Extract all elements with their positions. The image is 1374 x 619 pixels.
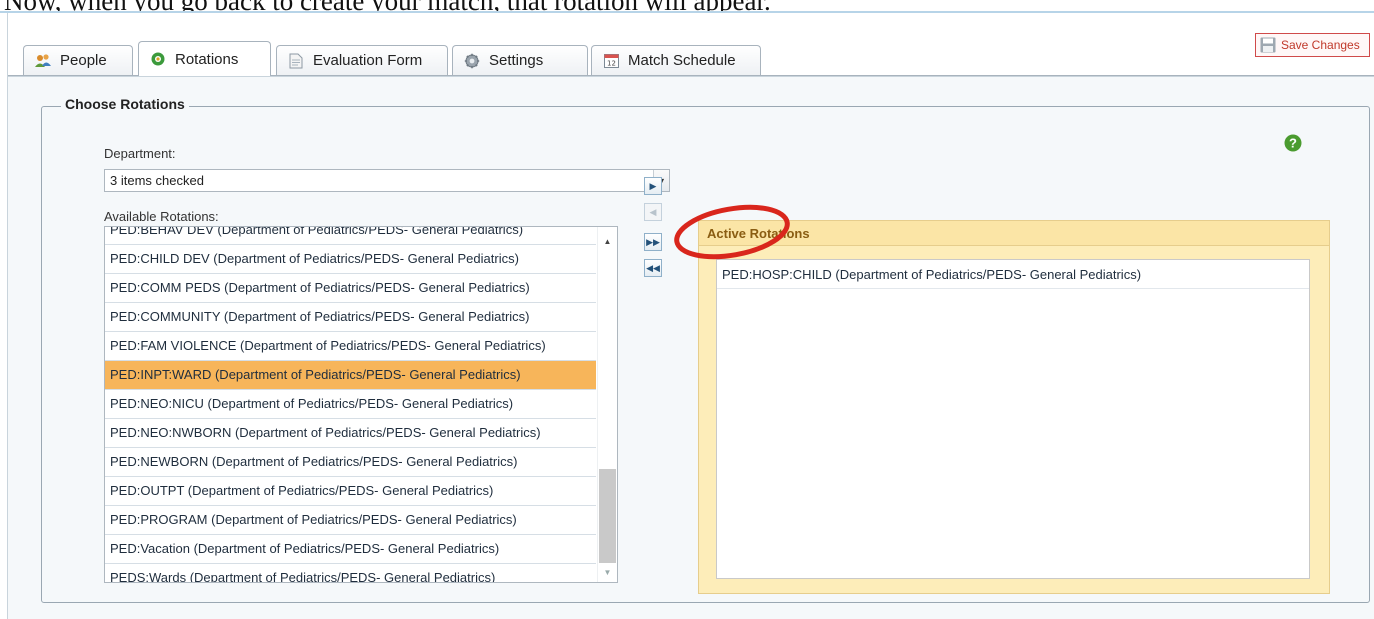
- gear-icon: [463, 52, 481, 70]
- tab-people[interactable]: People: [23, 45, 133, 75]
- available-rotation-item[interactable]: PED:NEWBORN (Department of Pediatrics/PE…: [105, 448, 596, 477]
- available-rotation-item[interactable]: PED:NEO:NICU (Department of Pediatrics/P…: [105, 390, 596, 419]
- available-rotations-label: Available Rotations:: [104, 209, 219, 224]
- move-right-button[interactable]: ▶: [644, 177, 662, 195]
- available-rotation-item[interactable]: PED:NEO:NWBORN (Department of Pediatrics…: [105, 419, 596, 448]
- tab-evaluation-form[interactable]: Evaluation Form: [276, 45, 448, 75]
- app-window: People Rotations Evaluation Form Setting…: [7, 13, 1374, 619]
- available-rotation-item[interactable]: PED:Vacation (Department of Pediatrics/P…: [105, 535, 596, 564]
- help-icon[interactable]: ?: [1284, 134, 1302, 152]
- available-rotation-item[interactable]: PED:CHILD DEV (Department of Pediatrics/…: [105, 245, 596, 274]
- tab-people-label: People: [60, 52, 107, 69]
- save-icon: [1260, 37, 1276, 53]
- calendar-icon: 12: [602, 52, 620, 70]
- department-select[interactable]: 3 items checked ▼: [104, 169, 670, 192]
- save-changes-label: Save Changes: [1281, 38, 1360, 52]
- department-value: 3 items checked: [110, 173, 204, 188]
- scroll-down-icon[interactable]: ▼: [598, 564, 617, 580]
- available-rotation-item[interactable]: PED:COMM PEDS (Department of Pediatrics/…: [105, 274, 596, 303]
- available-rotation-item[interactable]: PED:COMMUNITY (Department of Pediatrics/…: [105, 303, 596, 332]
- people-icon: [34, 52, 52, 70]
- department-label: Department:: [104, 146, 176, 161]
- tab-rotations-label: Rotations: [175, 50, 239, 68]
- available-rotations-list[interactable]: PED:BEHAV DEV (Department of Pediatrics/…: [104, 226, 618, 583]
- active-rotation-item[interactable]: PED:HOSP:CHILD (Department of Pediatrics…: [717, 260, 1309, 289]
- available-rotation-item[interactable]: PED:PROGRAM (Department of Pediatrics/PE…: [105, 506, 596, 535]
- content-panel: Choose Rotations ? Department: 3 items c…: [8, 76, 1374, 619]
- active-rotations-header: Active Rotations: [699, 221, 1329, 246]
- move-all-right-button[interactable]: ▶▶: [644, 233, 662, 251]
- svg-text:12: 12: [607, 60, 616, 68]
- scroll-thumb[interactable]: [599, 469, 616, 563]
- available-rotation-item[interactable]: PED:BEHAV DEV (Department of Pediatrics/…: [105, 227, 596, 245]
- tab-settings[interactable]: Settings: [452, 45, 588, 75]
- tab-evaluation-form-label: Evaluation Form: [313, 52, 423, 69]
- rotations-icon: [149, 50, 167, 68]
- svg-text:?: ?: [1289, 136, 1297, 151]
- available-rotation-item[interactable]: PED:OUTPT (Department of Pediatrics/PEDS…: [105, 477, 596, 506]
- available-rotation-item[interactable]: PED:FAM VIOLENCE (Department of Pediatri…: [105, 332, 596, 361]
- active-rotations-list[interactable]: PED:HOSP:CHILD (Department of Pediatrics…: [716, 259, 1310, 579]
- document-icon: [287, 52, 305, 70]
- available-rotations-items: PED:BEHAV DEV (Department of Pediatrics/…: [105, 227, 596, 582]
- list-scrollbar[interactable]: ▲ ▼: [597, 227, 617, 582]
- tab-match-schedule[interactable]: 12 Match Schedule: [591, 45, 761, 75]
- available-rotation-item[interactable]: PED:INPT:WARD (Department of Pediatrics/…: [105, 361, 596, 390]
- tab-settings-label: Settings: [489, 52, 544, 69]
- tab-rotations[interactable]: Rotations: [138, 41, 271, 76]
- section-title: Choose Rotations: [61, 96, 189, 112]
- move-left-button[interactable]: ◀: [644, 203, 662, 221]
- scroll-up-icon[interactable]: ▲: [598, 233, 617, 249]
- active-rotations-panel: Active Rotations PED:HOSP:CHILD (Departm…: [698, 220, 1330, 594]
- save-changes-button[interactable]: Save Changes: [1255, 33, 1370, 57]
- move-all-left-button[interactable]: ◀◀: [644, 259, 662, 277]
- tab-match-schedule-label: Match Schedule: [628, 52, 736, 69]
- available-rotation-item[interactable]: PEDS:Wards (Department of Pediatrics/PED…: [105, 564, 596, 582]
